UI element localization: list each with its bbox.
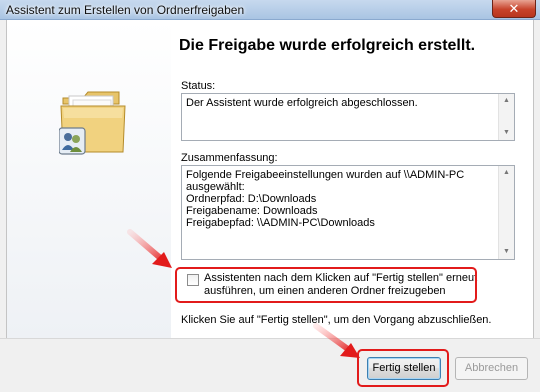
summary-line: Folgende Freigabeeinstellungen wurden au… (186, 169, 465, 181)
scroll-down-arrow-icon[interactable]: ▼ (499, 245, 514, 259)
instruction-text: Klicken Sie auf "Fertig stellen", um den… (181, 314, 492, 326)
summary-line: Ordnerpfad: D:\Downloads (186, 193, 317, 205)
status-label: Status: (181, 80, 216, 92)
summary-field[interactable]: Folgende Freigabeeinstellungen wurden au… (181, 165, 515, 260)
scroll-up-arrow-icon[interactable]: ▲ (499, 166, 514, 180)
left-image-panel (7, 20, 171, 338)
title-bar[interactable]: Assistent zum Erstellen von Ordnerfreiga… (0, 0, 540, 20)
button-bar: Fertig stellen Abbrechen (0, 338, 540, 392)
scroll-up-arrow-icon[interactable]: ▲ (499, 94, 514, 108)
wizard-window: Assistent zum Erstellen von Ordnerfreiga… (0, 0, 540, 392)
scroll-down-arrow-icon[interactable]: ▼ (499, 126, 514, 140)
highlight-box-finish (357, 349, 449, 387)
summary-scrollbar[interactable]: ▲ ▼ (498, 166, 514, 259)
highlight-box-checkbox (175, 267, 477, 303)
summary-line: ausgewählt: (186, 181, 245, 193)
summary-line: Freigabepfad: \\ADMIN-PC\Downloads (186, 217, 375, 229)
wizard-content: Die Freigabe wurde erfolgreich erstellt.… (6, 20, 534, 338)
window-title: Assistent zum Erstellen von Ordnerfreiga… (6, 3, 245, 17)
close-icon[interactable]: ✕ (492, 0, 536, 18)
status-scrollbar[interactable]: ▲ ▼ (498, 94, 514, 140)
status-value: Der Assistent wurde erfolgreich abgeschl… (186, 97, 418, 109)
cancel-button[interactable]: Abbrechen (455, 357, 528, 380)
page-title: Die Freigabe wurde erfolgreich erstellt. (179, 37, 476, 54)
summary-label: Zusammenfassung: (181, 152, 278, 164)
status-field[interactable]: Der Assistent wurde erfolgreich abgeschl… (181, 93, 515, 141)
shared-folder-icon (59, 91, 126, 155)
summary-line: Freigabename: Downloads (186, 205, 318, 217)
